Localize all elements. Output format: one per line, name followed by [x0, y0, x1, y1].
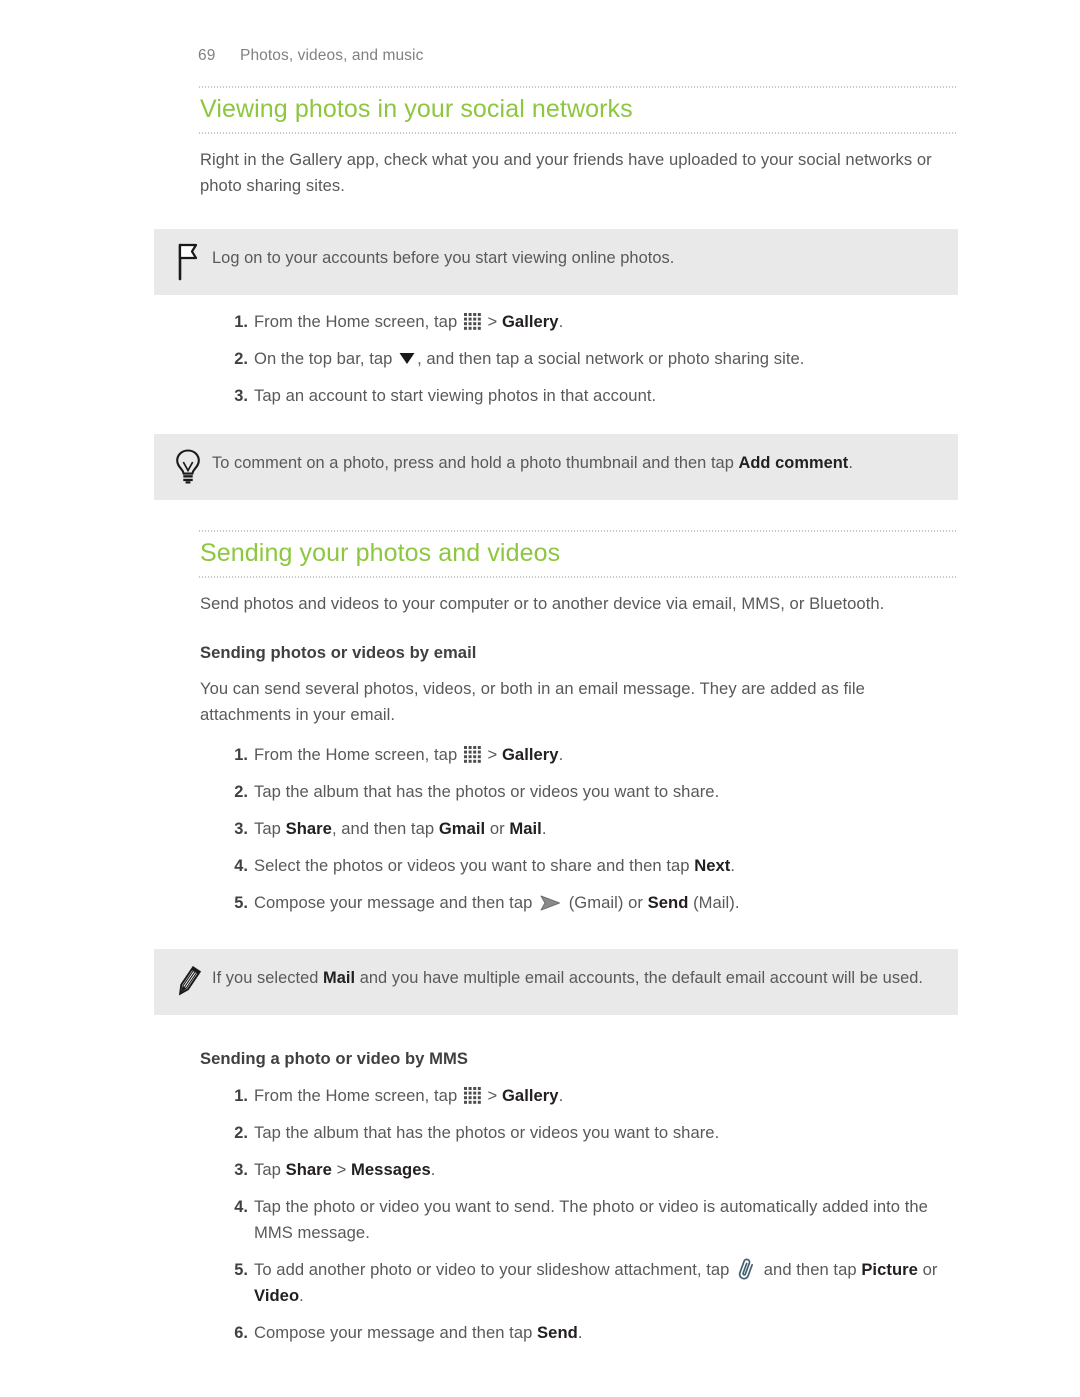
section-sending-photos: Sending your photos and videos Send phot…	[154, 529, 958, 1346]
rule-bottom	[198, 131, 958, 134]
ui-term: Gallery	[501, 1085, 559, 1105]
chapter-title: Photos, videos, and music	[240, 47, 424, 64]
ui-term: Video	[254, 1285, 300, 1305]
note-callout-logon: Log on to your accounts before you start…	[154, 228, 958, 295]
subsection-intro-email: You can send several photos, videos, or …	[200, 678, 865, 724]
steps-send-by-mms: From the Home screen, tap > Gallery. Tap…	[198, 1083, 958, 1346]
step-item: From the Home screen, tap > Gallery.	[224, 1083, 564, 1109]
grid-icon	[463, 312, 481, 330]
step-item: Tap an account to start viewing photos i…	[224, 383, 657, 409]
page-number: 69	[198, 47, 216, 64]
step-item: Tap the album that has the photos or vid…	[224, 779, 720, 805]
note-callout-default-mail: If you selected Mail and you have multip…	[154, 948, 958, 1015]
subsection-heading-email: Sending photos or videos by email	[200, 642, 477, 662]
ui-term: Send	[537, 1322, 578, 1342]
ui-term: Add comment	[738, 453, 849, 472]
step-item: On the top bar, tap , and then tap a soc…	[224, 346, 805, 372]
ui-term: Gmail	[438, 818, 486, 838]
send-arrow-icon	[540, 893, 561, 910]
step-item: Compose your message and then tap Send.	[224, 1320, 583, 1346]
ui-term: Share	[285, 1159, 332, 1179]
step-item: Tap Share, and then tap Gmail or Mail.	[224, 816, 547, 842]
note-text: If you selected Mail and you have multip…	[212, 968, 924, 987]
step-item: Select the photos or videos you want to …	[224, 853, 736, 879]
ui-term: Next	[694, 855, 731, 875]
ui-term: Gallery	[501, 311, 559, 331]
tip-callout-comment: To comment on a photo, press and hold a …	[154, 433, 958, 500]
ui-term: Picture	[861, 1259, 918, 1279]
section-intro: Send photos and videos to your computer …	[200, 593, 885, 613]
step-item: Tap Share > Messages.	[224, 1157, 436, 1183]
section-heading: Viewing photos in your social networks	[200, 95, 633, 123]
section-viewing-photos: Viewing photos in your social networks R…	[154, 86, 958, 500]
paperclip-icon	[737, 1258, 756, 1281]
flag-icon	[168, 243, 208, 287]
step-item: Tap the photo or video you want to send.…	[224, 1194, 928, 1242]
page-content: Viewing photos in your social networks R…	[154, 86, 958, 1357]
steps-send-by-email: From the Home screen, tap > Gallery. Tap…	[198, 742, 958, 916]
rule-bottom	[198, 575, 958, 578]
section-intro: Right in the Gallery app, check what you…	[200, 149, 932, 195]
step-item: Compose your message and then tap (Gmail…	[224, 890, 740, 916]
step-item: To add another photo or video to your sl…	[224, 1257, 938, 1305]
ui-term: Mail	[323, 968, 356, 987]
step-item: Tap the album that has the photos or vid…	[224, 1120, 720, 1146]
step-item: From the Home screen, tap > Gallery.	[224, 742, 564, 768]
ui-term: Gallery	[501, 744, 559, 764]
triangle-down-icon	[399, 347, 415, 364]
grid-icon	[463, 745, 481, 763]
lightbulb-icon	[168, 448, 208, 492]
grid-icon	[463, 1086, 481, 1104]
pencil-icon	[168, 963, 208, 1007]
section-heading: Sending your photos and videos	[200, 538, 561, 567]
step-item: From the Home screen, tap > Gallery.	[224, 309, 564, 335]
manual-page: 69 Photos, videos, and music Viewing pho…	[0, 0, 1080, 1397]
ui-term: Share	[285, 818, 332, 838]
tip-text: To comment on a photo, press and hold a …	[212, 453, 853, 472]
note-text: Log on to your accounts before you start…	[212, 248, 675, 267]
ui-term: Send	[647, 892, 689, 912]
subsection-heading-mms: Sending a photo or video by MMS	[200, 1048, 468, 1068]
steps-viewing-photos: From the Home screen, tap > Gallery. On …	[198, 309, 958, 409]
ui-term: Messages	[351, 1159, 431, 1179]
running-header: 69 Photos, videos, and music	[198, 47, 423, 65]
ui-term: Mail	[509, 818, 542, 838]
